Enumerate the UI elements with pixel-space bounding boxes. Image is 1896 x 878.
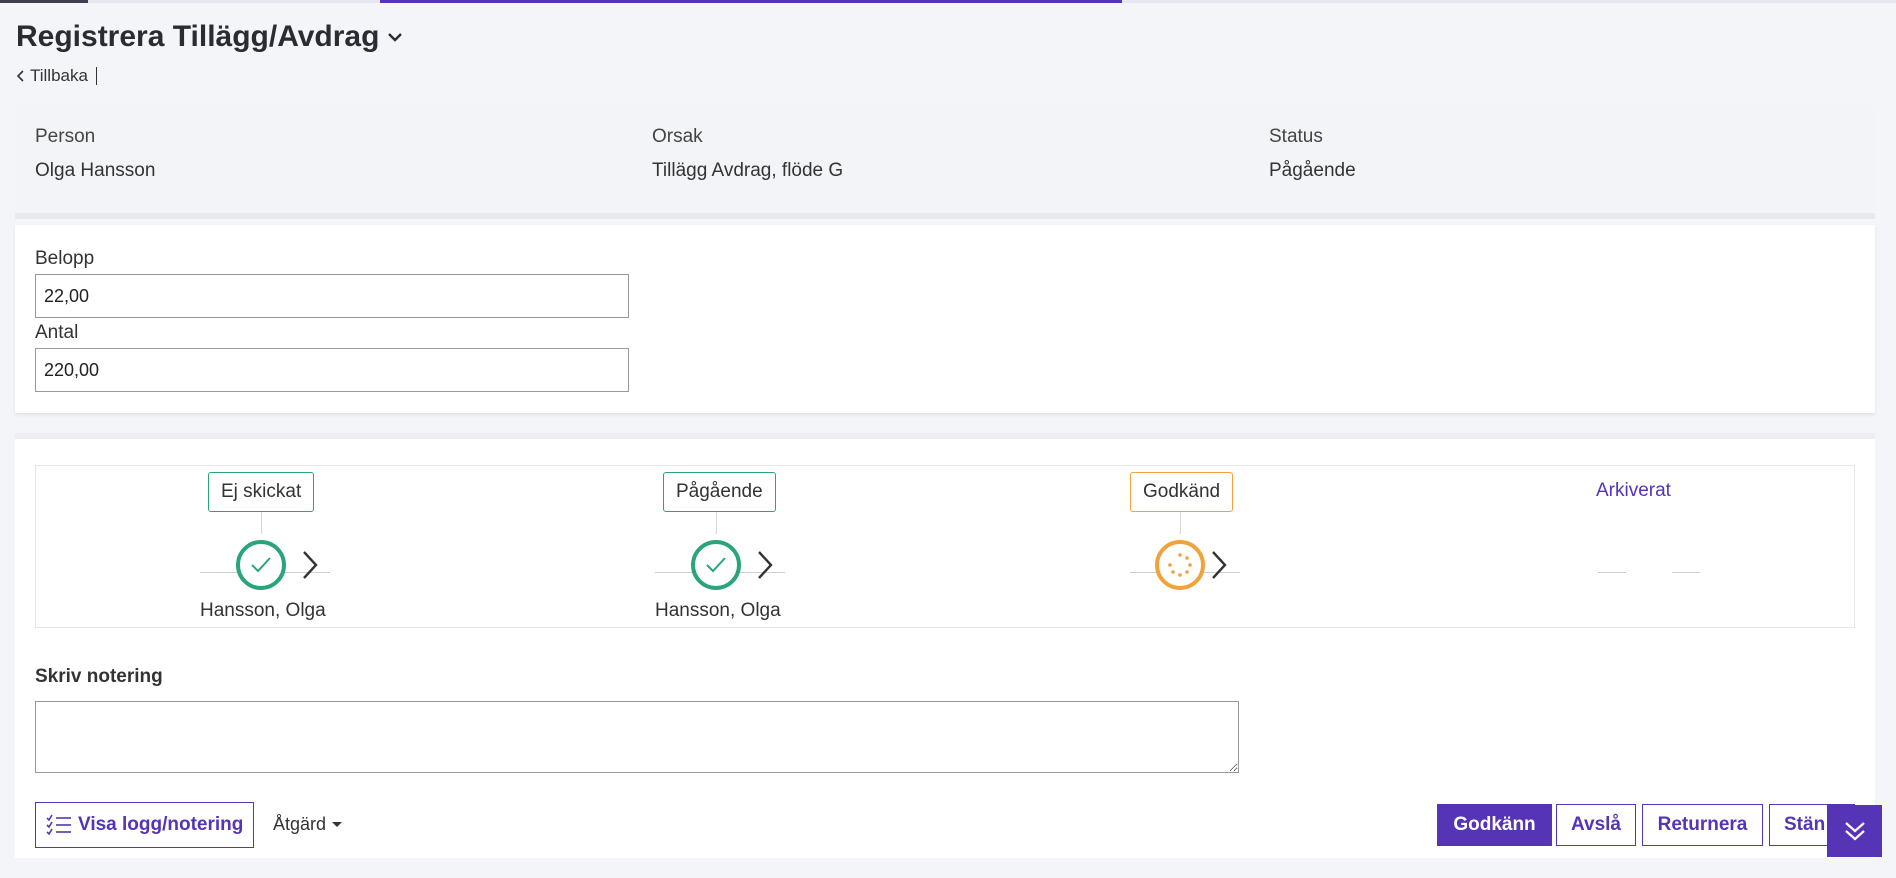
double-chevron-down-icon	[1844, 822, 1865, 841]
step-label: Ej skickat	[208, 472, 315, 512]
chevron-right-icon	[303, 551, 318, 579]
person-info: Person Olga Hansson	[35, 126, 155, 182]
step-label: Arkiverat	[1584, 472, 1683, 510]
chevron-right-icon	[1212, 551, 1227, 579]
orsak-label: Orsak	[652, 126, 703, 147]
antal-input[interactable]	[35, 348, 629, 392]
approve-button[interactable]: Godkänn	[1437, 804, 1552, 846]
workflow-card: Ej skickat Hansson, Olga Pågående Hansso…	[15, 433, 1875, 858]
checklist-icon	[46, 814, 71, 836]
check-circle-icon	[691, 540, 741, 590]
reject-button[interactable]: Avslå	[1556, 804, 1636, 846]
top-progress-bar	[0, 0, 1896, 3]
step-person: Hansson, Olga	[655, 600, 781, 621]
status-info: Status Pågående	[1269, 126, 1356, 182]
chevron-right-icon	[758, 551, 773, 579]
belopp-label: Belopp	[35, 248, 95, 269]
step-label: Godkänd	[1130, 472, 1234, 512]
status-label: Status	[1269, 126, 1323, 147]
page-title[interactable]: Registrera Tillägg/Avdrag	[16, 20, 405, 54]
note-label: Skriv notering	[35, 666, 163, 687]
orsak-info: Orsak Tillägg Avdrag, flöde G	[652, 126, 843, 182]
step-label: Pågående	[663, 472, 776, 512]
status-value: Pågående	[1269, 160, 1356, 181]
workflow-steps: Ej skickat Hansson, Olga Pågående Hansso…	[35, 465, 1855, 628]
caret-down-icon	[332, 822, 343, 827]
person-label: Person	[35, 126, 96, 147]
chevron-left-icon	[16, 70, 24, 82]
chevron-down-icon	[388, 33, 403, 42]
view-log-label: Visa logg/notering	[78, 814, 244, 835]
action-menu-label: Åtgärd	[273, 814, 327, 834]
back-link-label: Tillbaka	[30, 66, 88, 85]
spinner-icon	[1155, 540, 1205, 590]
step-person: Hansson, Olga	[200, 600, 326, 621]
antal-label: Antal	[35, 322, 79, 343]
text-cursor	[95, 67, 97, 85]
view-log-button[interactable]: Visa logg/notering	[35, 802, 255, 848]
person-value: Olga Hansson	[35, 160, 156, 181]
note-textarea[interactable]	[35, 701, 1239, 773]
amount-form: Belopp Antal	[15, 225, 1875, 413]
check-circle-icon	[236, 540, 286, 590]
return-button[interactable]: Returnera	[1642, 804, 1763, 846]
orsak-value: Tillägg Avdrag, flöde G	[652, 160, 844, 181]
belopp-input[interactable]	[35, 274, 629, 318]
action-menu-dropdown[interactable]: Åtgärd	[273, 814, 343, 835]
scroll-down-button[interactable]	[1827, 805, 1882, 857]
page-title-text: Registrera Tillägg/Avdrag	[16, 20, 380, 53]
info-card: Person Olga Hansson Orsak Tillägg Avdrag…	[15, 110, 1875, 219]
back-link[interactable]: Tillbaka	[16, 66, 97, 86]
